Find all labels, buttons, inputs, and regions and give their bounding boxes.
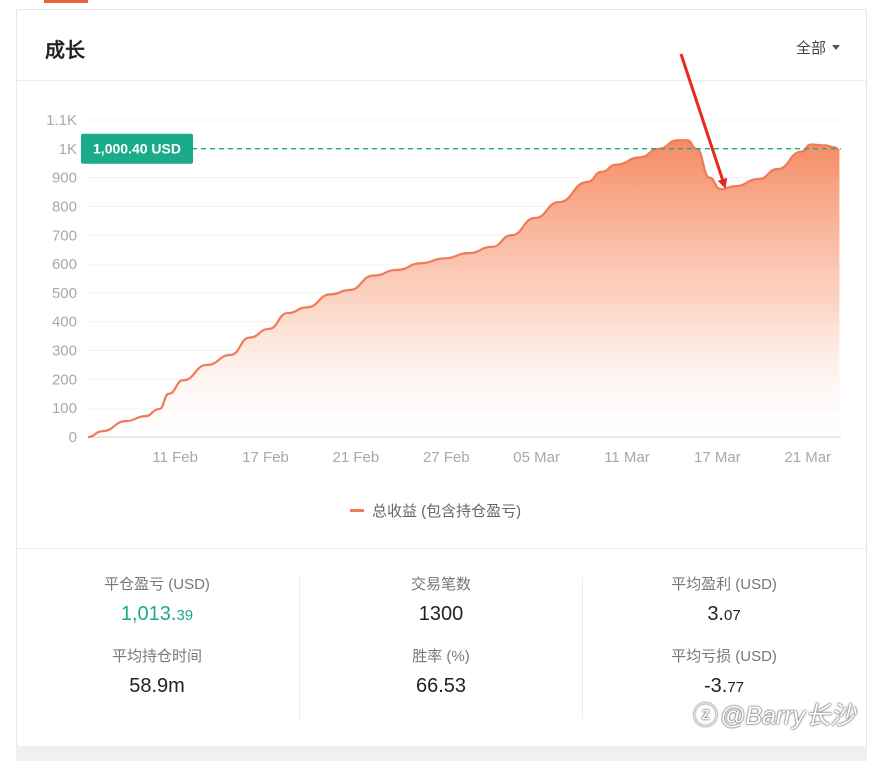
y-tick-label: 1.1K [46, 112, 77, 129]
win-rate-value: 66.53 [415, 675, 467, 697]
avg-loss-frac: 77 [727, 679, 745, 696]
growth-chart: 0 100 200 300 400 500 600 700 800 900 1K 1.1K 11 Fe… [46, 53, 841, 466]
trades-value: 1300 [418, 603, 464, 625]
y-tick-label: 200 [52, 371, 77, 388]
stats-column-1: 平仓盈亏 (USD) 1,013.39 平均持仓时间 58.9m [16, 575, 298, 699]
y-tick-label: 800 [52, 198, 77, 215]
avg-hold-label: 平均持仓时间 [111, 648, 202, 665]
avg-profit-value: 3.07 [583, 601, 865, 627]
closed-pnl-frac: 39 [176, 607, 194, 624]
reference-badge-label: 1,000.40 USD [93, 141, 181, 157]
closed-pnl-main: 1,013. [120, 603, 177, 625]
footer-bar [16, 746, 867, 761]
y-tick-label: 700 [52, 227, 77, 244]
x-tick-label: 11 Mar [604, 449, 650, 466]
watermark: ⓩ@Barry长沙 [693, 696, 855, 732]
watermark-text: @Barry长沙 [720, 702, 856, 730]
chart-legend[interactable]: 总收益 (包含持仓盈亏) [350, 500, 521, 521]
series-area [88, 140, 840, 437]
x-tick-label: 17 Mar [694, 449, 741, 466]
y-tick-label: 0 [69, 429, 77, 446]
avg-profit-frac: 07 [724, 607, 741, 624]
avg-loss-label: 平均亏损 (USD) [671, 648, 777, 665]
x-tick-label: 21 Feb [333, 449, 380, 466]
y-tick-label: 100 [52, 400, 77, 417]
legend-swatch [350, 509, 364, 512]
y-tick-label: 400 [52, 314, 77, 331]
win-rate-label: 胜率 (%) [412, 648, 470, 665]
closed-pnl-value: 1,013.39 [16, 601, 298, 627]
x-tick-label: 21 Mar [784, 449, 831, 466]
y-tick-label: 900 [52, 170, 77, 187]
x-tick-label: 17 Feb [242, 449, 289, 466]
y-tick-label: 300 [52, 343, 77, 360]
avg-hold-value: 58.9m [129, 675, 185, 697]
closed-pnl-label: 平仓盈亏 (USD) [104, 576, 210, 593]
avg-profit-main: 3. [707, 603, 724, 625]
zhihu-icon: ⓩ [693, 702, 719, 730]
x-tick-label: 05 Mar [513, 449, 560, 466]
stats-column-2: 交易笔数 1300 胜率 (%) 66.53 [300, 575, 582, 699]
trades-label: 交易笔数 [410, 576, 471, 593]
x-tick-label: 11 Feb [152, 449, 198, 466]
y-tick-label: 500 [52, 285, 77, 302]
legend-label: 总收益 (包含持仓盈亏) [372, 503, 522, 520]
avg-loss-main: -3. [703, 675, 728, 697]
stats-column-3: 平均盈利 (USD) 3.07 平均亏损 (USD) -3.77 [583, 575, 865, 699]
section-divider [16, 548, 867, 549]
avg-profit-label: 平均盈利 (USD) [671, 576, 777, 593]
x-tick-label: 27 Feb [423, 449, 470, 466]
y-tick-label: 1K [59, 141, 77, 158]
y-tick-label: 600 [52, 256, 77, 273]
